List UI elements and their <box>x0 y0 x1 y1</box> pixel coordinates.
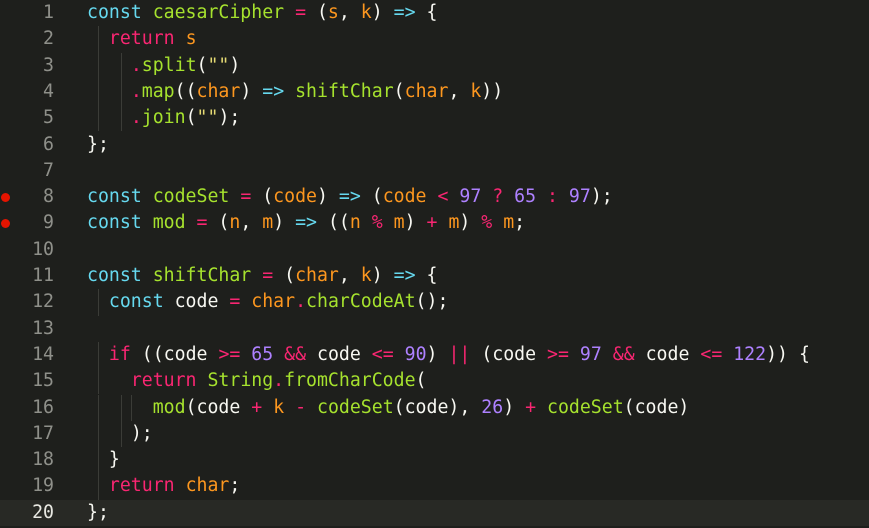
code-line[interactable]: 14 if ((code >= 65 && code <= 90) || (co… <box>0 341 869 369</box>
line-number: 17 <box>32 422 54 444</box>
code-text: } <box>108 449 120 471</box>
code-text: return char; <box>108 475 241 497</box>
line-number: 5 <box>43 107 54 129</box>
code-text: ); <box>130 422 153 444</box>
code-text: return String.fromCharCode( <box>130 370 427 392</box>
code-line[interactable]: 3 .split("") <box>0 52 869 79</box>
code-line[interactable]: 1 const caesarCipher = (s, k) => { <box>0 0 869 26</box>
code-line[interactable]: 13 <box>0 316 869 342</box>
code-line[interactable]: 11 const shiftChar = (char, k) => { <box>0 263 869 289</box>
code-text: return s <box>108 28 197 50</box>
code-text: const mod = (n, m) => ((n % m) + m) % m; <box>87 212 526 234</box>
line-number: 15 <box>32 370 54 392</box>
code-line[interactable]: 20}; <box>0 499 869 526</box>
line-number: 18 <box>32 449 54 471</box>
code-text: const caesarCipher = (s, k) => { <box>87 2 438 23</box>
breakpoint-icon[interactable] <box>1 218 10 228</box>
code-line[interactable]: 6}; <box>0 132 869 158</box>
line-number: 20 <box>32 501 54 523</box>
code-text: }; <box>87 133 109 155</box>
code-text: if ((code >= 65 && code <= 90) || (code … <box>108 343 810 365</box>
code-line[interactable]: 18 } <box>0 447 869 474</box>
line-number: 16 <box>32 396 54 418</box>
line-number: 1 <box>43 2 54 23</box>
breakpoint-icon[interactable] <box>1 192 10 202</box>
code-text: const code = char.charCodeAt(); <box>108 291 449 313</box>
code-line[interactable]: 5 .join(""); <box>0 105 869 132</box>
code-text: }; <box>87 501 109 523</box>
code-text: .split("") <box>130 54 241 76</box>
code-line[interactable]: 17 ); <box>0 420 869 448</box>
code-line[interactable]: 16 mod(code + k - codeSet(code), 26) + c… <box>0 394 869 421</box>
line-number: 9 <box>43 212 54 234</box>
line-number: 14 <box>32 343 54 365</box>
line-number: 6 <box>43 133 54 155</box>
code-line[interactable]: 2 return s <box>0 26 869 53</box>
line-number: 19 <box>32 475 54 497</box>
line-number: 10 <box>32 238 54 260</box>
code-text: const shiftChar = (char, k) => { <box>87 265 438 286</box>
line-number: 2 <box>43 28 54 50</box>
code-line[interactable]: 7 <box>0 158 869 184</box>
line-number: 13 <box>32 317 54 339</box>
code-text: const codeSet = (code) => (code < 97 ? 6… <box>87 186 613 208</box>
code-line[interactable]: 9 const mod = (n, m) => ((n % m) + m) % m… <box>0 210 869 236</box>
code-line[interactable]: 8 const codeSet = (code) => (code < 97 ? … <box>0 184 869 210</box>
code-text: .map((char) => shiftChar(char, k)) <box>130 80 504 102</box>
code-line[interactable]: 4 .map((char) => shiftChar(char, k)) <box>0 78 869 106</box>
code-line[interactable]: 15 return String.fromCharCode( <box>0 368 869 395</box>
code-line[interactable]: 12 const code = char.charCodeAt(); <box>0 289 869 316</box>
line-number: 8 <box>43 186 54 208</box>
code-line[interactable]: 10 <box>0 237 869 263</box>
code-line[interactable]: 19 return char; <box>0 473 869 500</box>
line-number: 4 <box>43 80 54 102</box>
line-number: 3 <box>43 54 54 76</box>
code-editor[interactable]: 1 const caesarCipher = (s, k) => { 2 retur… <box>0 0 869 528</box>
code-text: mod(code + k - codeSet(code), 26) + code… <box>152 396 690 418</box>
line-number: 11 <box>32 265 54 286</box>
line-number: 12 <box>32 291 54 313</box>
code-text: .join(""); <box>130 107 241 129</box>
line-number: 7 <box>43 159 54 181</box>
